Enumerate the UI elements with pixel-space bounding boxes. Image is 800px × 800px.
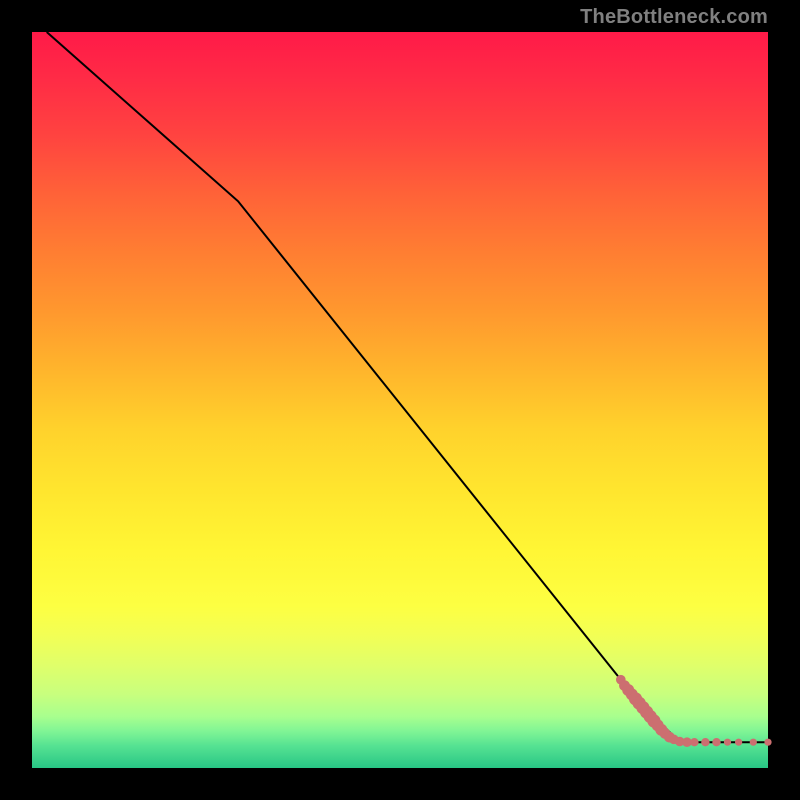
scatter-dot	[712, 738, 720, 746]
overlay-svg	[32, 32, 768, 768]
chart-root: TheBottleneck.com	[0, 0, 800, 800]
branding-label: TheBottleneck.com	[580, 6, 768, 29]
scatter-dot	[690, 738, 698, 746]
scatter-dots	[616, 675, 772, 747]
scatter-dot	[764, 739, 771, 746]
scatter-dot	[701, 738, 709, 746]
scatter-dot	[750, 739, 757, 746]
scatter-dot	[735, 739, 742, 746]
main-curve	[47, 32, 768, 742]
scatter-dot	[724, 739, 731, 746]
